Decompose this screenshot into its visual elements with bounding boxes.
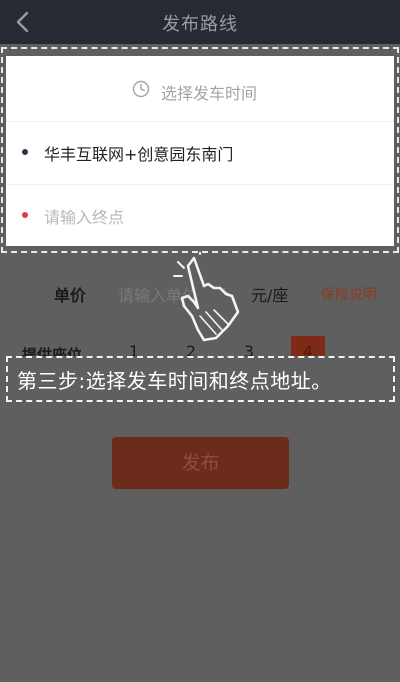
start-address: 华丰互联网+创意园东南门 bbox=[44, 145, 234, 164]
page-title: 发布路线 bbox=[162, 14, 238, 35]
insurance-link[interactable]: 保险说明 bbox=[321, 284, 377, 304]
destination-placeholder: 请输入终点 bbox=[44, 208, 125, 227]
price-label: 单价 bbox=[54, 286, 87, 305]
publish-button[interactable]: 发布 bbox=[112, 437, 289, 489]
destination-input-row[interactable]: 请输入终点 bbox=[6, 184, 394, 246]
pointing-hand-icon bbox=[173, 252, 240, 342]
start-dot-icon bbox=[22, 149, 28, 155]
navbar: 发布路线 bbox=[0, 0, 400, 44]
route-card: 选择发车时间 华丰互联网+创意园东南门 请输入终点 bbox=[6, 56, 394, 246]
start-address-row[interactable]: 华丰互联网+创意园东南门 bbox=[6, 121, 394, 183]
departure-time-placeholder: 选择发车时间 bbox=[161, 84, 258, 103]
departure-time-picker[interactable]: 选择发车时间 bbox=[6, 59, 394, 121]
guide-step-text: 第三步:选择发车时间和终点地址。 bbox=[17, 369, 332, 393]
end-dot-icon bbox=[22, 212, 28, 218]
clock-icon bbox=[132, 80, 150, 98]
price-unit: 元/座 bbox=[251, 286, 289, 305]
